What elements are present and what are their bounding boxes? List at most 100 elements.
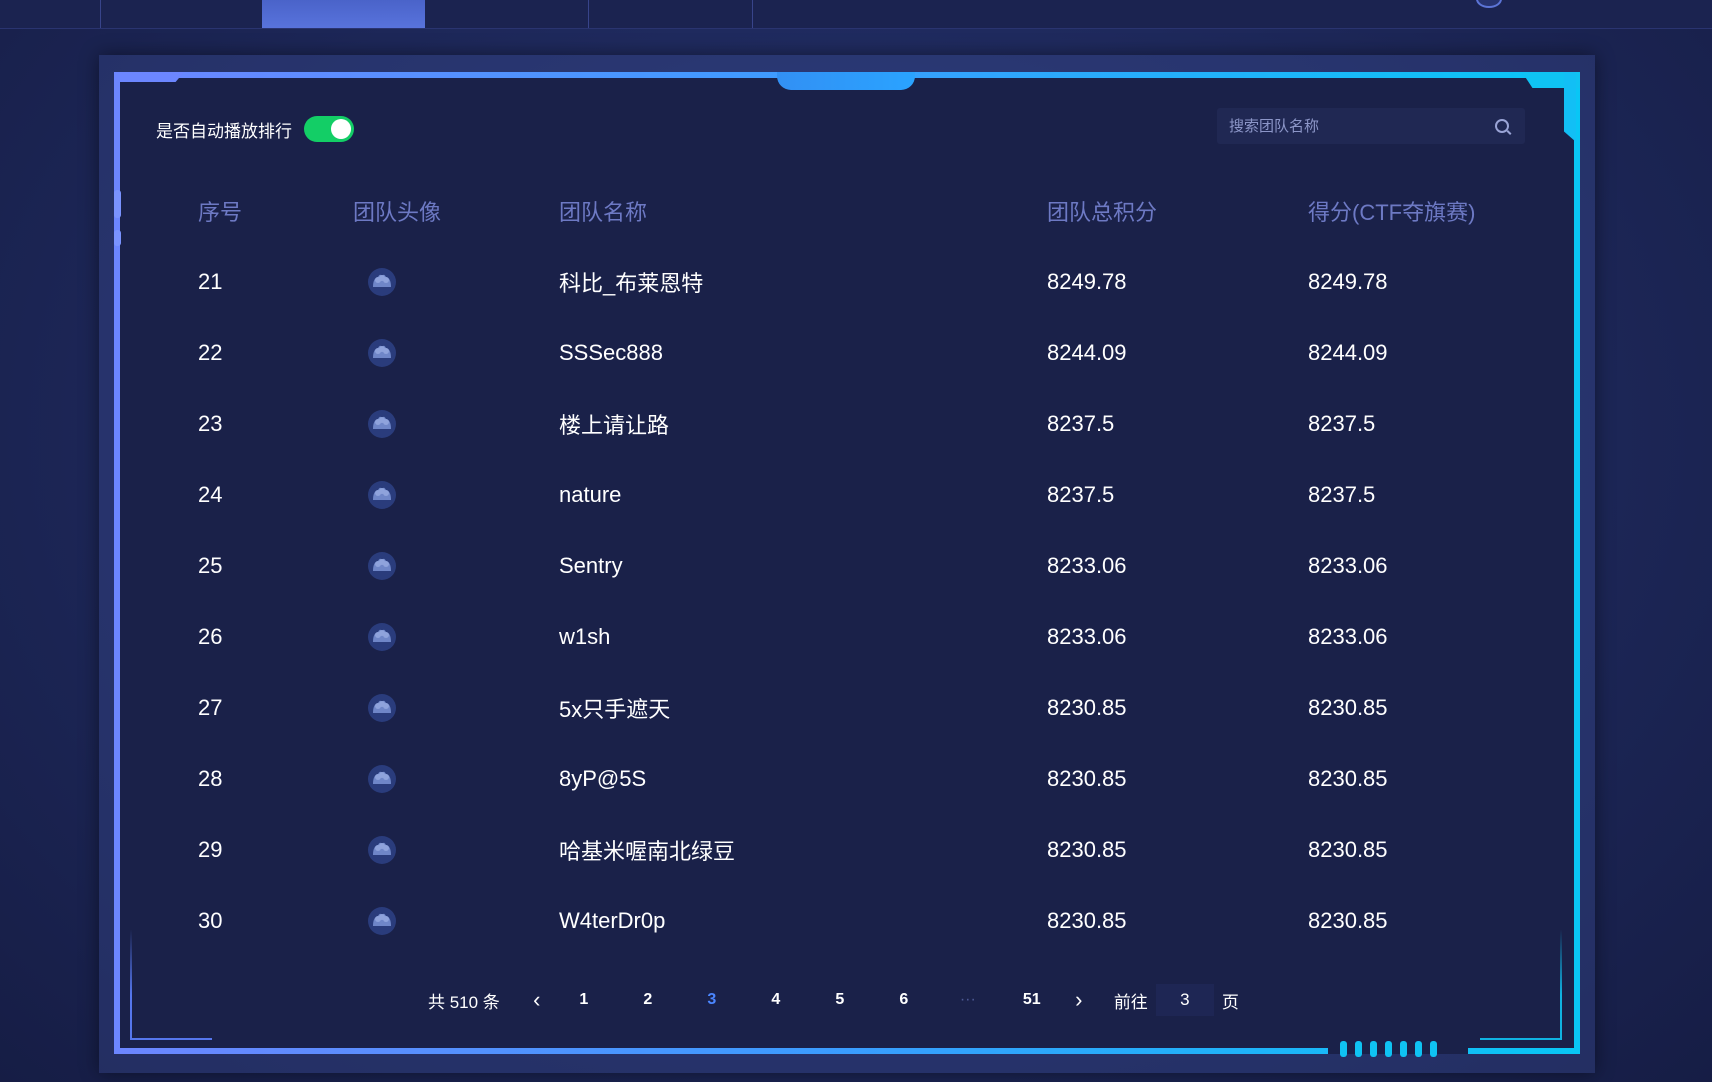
pagination-ellipsis[interactable]: ··· <box>936 991 1000 1009</box>
table-row[interactable]: 30 W4terDr0p 8230.85 8230.85 <box>120 885 1572 956</box>
cell-rank: 21 <box>198 268 223 294</box>
page-number-5[interactable]: 5 <box>808 991 872 1009</box>
team-avatar-icon <box>367 693 397 723</box>
prev-page-button[interactable]: ‹ <box>522 985 552 1015</box>
cell-rank: 27 <box>198 694 223 720</box>
panel-top-notch <box>777 72 915 90</box>
panel-corner-tab-left <box>114 72 184 82</box>
cell-total-score: 8244.09 <box>1047 339 1127 365</box>
cell-ctf-score: 8237.5 <box>1308 410 1376 436</box>
page-number-1[interactable]: 1 <box>552 991 616 1009</box>
page-number-6[interactable]: 6 <box>872 991 936 1009</box>
team-avatar-icon <box>367 480 397 510</box>
toggle-knob <box>331 119 351 139</box>
goto-prefix: 前往 <box>1113 992 1148 1012</box>
table-row[interactable]: 22 SSSec888 8244.09 8244.09 <box>120 317 1572 388</box>
table-row[interactable]: 28 8yP@5S 8230.85 8230.85 <box>120 743 1572 814</box>
page-number-4[interactable]: 4 <box>744 991 808 1009</box>
pagination-goto: 前往 页 <box>1114 984 1239 1016</box>
cell-rank: 25 <box>198 552 223 578</box>
autoplay-control: 是否自动播放排行 <box>156 116 354 142</box>
cell-team-name: SSSec888 <box>559 339 663 365</box>
cell-rank: 29 <box>198 836 223 862</box>
team-avatar-icon <box>367 835 397 865</box>
cell-total-score: 8233.06 <box>1047 552 1127 578</box>
cell-rank: 28 <box>198 765 223 791</box>
header-rank: 序号 <box>198 200 243 225</box>
cell-team-name: 8yP@5S <box>559 765 647 791</box>
table-row[interactable]: 25 Sentry 8233.06 8233.06 <box>120 530 1572 601</box>
team-search-box <box>1217 107 1525 145</box>
goto-page-input[interactable] <box>1155 984 1214 1016</box>
cell-total-score: 8230.85 <box>1047 765 1127 791</box>
team-avatar-icon <box>367 551 397 581</box>
search-icon[interactable] <box>1495 119 1509 133</box>
page-number-3[interactable]: 3 <box>680 991 744 1009</box>
autoplay-toggle[interactable] <box>304 116 354 142</box>
autoplay-label: 是否自动播放排行 <box>156 121 292 141</box>
cell-team-name: W4terDr0p <box>559 907 666 933</box>
table-row[interactable]: 24 nature 8237.5 8237.5 <box>120 459 1572 530</box>
cell-ctf-score: 8233.06 <box>1308 552 1388 578</box>
cell-total-score: 8249.78 <box>1047 268 1127 294</box>
header-ctf-score: 得分(CTF夺旗赛) <box>1308 200 1476 225</box>
cell-ctf-score: 8230.85 <box>1308 765 1388 791</box>
cell-ctf-score: 8244.09 <box>1308 339 1388 365</box>
pagination-pages: 123456 <box>552 991 936 1009</box>
team-avatar-icon <box>367 622 397 652</box>
team-avatar-icon <box>367 764 397 794</box>
cell-rank: 23 <box>198 410 223 436</box>
table-header-row: 序号 团队头像 团队名称 团队总积分 得分(CTF夺旗赛) <box>120 176 1572 246</box>
leaderboard-table: 序号 团队头像 团队名称 团队总积分 得分(CTF夺旗赛) 21 科比_布莱恩特 8… <box>120 176 1572 956</box>
goto-suffix: 页 <box>1221 992 1239 1012</box>
table-row[interactable]: 21 科比_布莱恩特 8249.78 8249.78 <box>120 246 1572 317</box>
cell-ctf-score: 8230.85 <box>1308 907 1388 933</box>
cell-rank: 22 <box>198 339 223 365</box>
table-row[interactable]: 26 w1sh 8233.06 8233.06 <box>120 601 1572 672</box>
cell-ctf-score: 8249.78 <box>1308 268 1388 294</box>
table-row[interactable]: 27 5x只手遮天 8230.85 8230.85 <box>120 672 1572 743</box>
team-avatar-icon <box>367 338 397 368</box>
cell-rank: 26 <box>198 623 223 649</box>
cell-ctf-score: 8230.85 <box>1308 694 1388 720</box>
top-tab[interactable] <box>425 0 589 28</box>
header-team-name: 团队名称 <box>559 200 648 225</box>
panel-bottom-dashes <box>1340 1041 1460 1057</box>
pagination-total: 共 510 条 <box>428 992 500 1012</box>
pagination: 共 510 条 ‹ 123456 ··· 51 › 前往 页 <box>428 984 1239 1016</box>
header-total-score: 团队总积分 <box>1047 200 1158 225</box>
top-tab[interactable] <box>0 0 101 28</box>
team-search-input[interactable] <box>1217 107 1495 145</box>
cell-rank: 24 <box>198 481 223 507</box>
page-last[interactable]: 51 <box>1000 991 1064 1009</box>
top-tab-bar <box>0 0 1712 29</box>
cell-total-score: 8230.85 <box>1047 694 1127 720</box>
table-row[interactable]: 29 哈基米喔南北绿豆 8230.85 8230.85 <box>120 814 1572 885</box>
cell-team-name: Sentry <box>559 552 623 578</box>
cell-team-name: 5x只手遮天 <box>559 696 671 722</box>
cell-rank: 30 <box>198 907 223 933</box>
user-avatar-icon[interactable] <box>1476 0 1502 8</box>
page-number-2[interactable]: 2 <box>616 991 680 1009</box>
header-avatar: 团队头像 <box>353 200 442 225</box>
cell-total-score: 8237.5 <box>1047 410 1115 436</box>
cell-team-name: 哈基米喔南北绿豆 <box>559 838 736 864</box>
cell-total-score: 8230.85 <box>1047 907 1127 933</box>
panel-corner-bar-right <box>1564 72 1576 142</box>
cell-total-score: 8230.85 <box>1047 836 1127 862</box>
cell-team-name: nature <box>559 481 622 507</box>
team-avatar-icon <box>367 906 397 936</box>
team-avatar-icon <box>367 267 397 297</box>
cell-team-name: 楼上请让路 <box>559 412 670 438</box>
top-tab[interactable] <box>589 0 753 28</box>
cell-ctf-score: 8230.85 <box>1308 836 1388 862</box>
cell-ctf-score: 8237.5 <box>1308 481 1376 507</box>
cell-total-score: 8233.06 <box>1047 623 1127 649</box>
cell-ctf-score: 8233.06 <box>1308 623 1388 649</box>
cell-team-name: 科比_布莱恩特 <box>559 270 704 296</box>
top-tab-active[interactable] <box>262 0 425 28</box>
table-body: 21 科比_布莱恩特 8249.78 8249.78 22 SSSec888 8244.09… <box>120 246 1572 956</box>
table-row[interactable]: 23 楼上请让路 8237.5 8237.5 <box>120 388 1572 459</box>
next-page-button[interactable]: › <box>1064 985 1094 1015</box>
team-avatar-icon <box>367 409 397 439</box>
